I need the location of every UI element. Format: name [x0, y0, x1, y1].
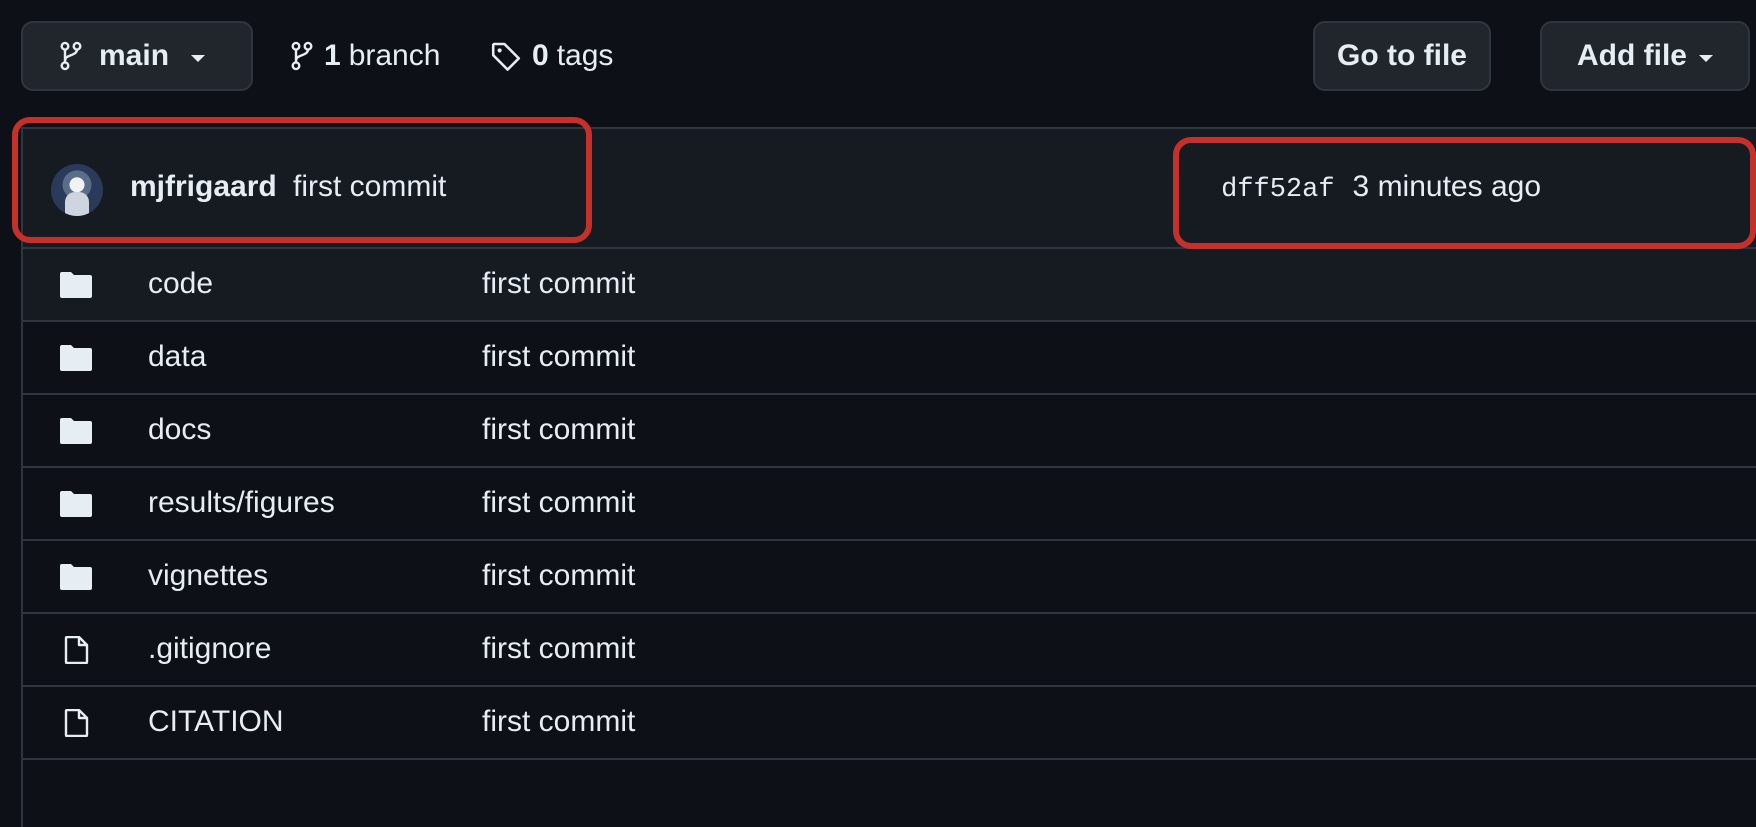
- branches-text: branch: [348, 39, 441, 72]
- file-name-link[interactable]: results/figures: [148, 486, 335, 520]
- tags-link[interactable]: 0 tags: [490, 21, 613, 91]
- file-commit-message[interactable]: first commit: [482, 632, 635, 666]
- file-row[interactable]: code first commit: [23, 249, 1756, 322]
- go-to-file-button[interactable]: Go to file: [1313, 21, 1491, 91]
- file-commit-message[interactable]: first commit: [482, 559, 635, 593]
- file-name-link[interactable]: docs: [148, 413, 211, 447]
- add-file-label: Add file: [1577, 39, 1687, 72]
- file-table: mjfrigaard first commit dff52af 3 minute…: [21, 127, 1756, 827]
- commit-hash[interactable]: dff52af: [1221, 175, 1334, 205]
- file-commit-message[interactable]: first commit: [482, 705, 635, 739]
- file-icon: [59, 708, 93, 738]
- git-branch-icon: [291, 41, 313, 71]
- file-name-link[interactable]: .gitignore: [148, 632, 271, 666]
- go-to-file-label: Go to file: [1337, 39, 1467, 72]
- branch-name: main: [99, 39, 170, 72]
- commit-time[interactable]: 3 minutes ago: [1353, 170, 1541, 204]
- file-commit-message[interactable]: first commit: [482, 340, 635, 374]
- commit-meta: dff52af 3 minutes ago: [1221, 170, 1541, 205]
- latest-commit-bar: mjfrigaard first commit dff52af 3 minute…: [23, 129, 1756, 249]
- commit-author[interactable]: mjfrigaard: [130, 170, 277, 204]
- file-row[interactable]: vignettes first commit: [23, 541, 1756, 614]
- chevron-down-icon: [1699, 54, 1713, 62]
- file-row[interactable]: .gitignore first commit: [23, 614, 1756, 687]
- file-name-link[interactable]: vignettes: [148, 559, 268, 593]
- folder-icon: [59, 344, 93, 372]
- branches-count: 1: [324, 39, 341, 72]
- file-name-link[interactable]: data: [148, 340, 206, 374]
- file-commit-message[interactable]: first commit: [482, 267, 635, 301]
- file-row[interactable]: data first commit: [23, 322, 1756, 395]
- file-name-link[interactable]: code: [148, 267, 213, 301]
- file-icon: [59, 635, 93, 665]
- branch-select-button[interactable]: main: [21, 21, 253, 91]
- commit-message[interactable]: first commit: [293, 170, 446, 204]
- file-row[interactable]: CITATION first commit: [23, 687, 1756, 760]
- file-name-link[interactable]: CITATION: [148, 705, 284, 739]
- tags-text: tags: [556, 39, 614, 72]
- file-commit-message[interactable]: first commit: [482, 486, 635, 520]
- folder-icon: [59, 271, 93, 299]
- folder-icon: [59, 490, 93, 518]
- tags-count: 0: [532, 39, 549, 72]
- file-commit-message[interactable]: first commit: [482, 413, 635, 447]
- branches-link[interactable]: 1 branch: [290, 21, 440, 91]
- tag-icon: [491, 42, 521, 71]
- folder-icon: [59, 417, 93, 445]
- add-file-button[interactable]: Add file: [1540, 21, 1750, 91]
- file-row[interactable]: results/figures first commit: [23, 468, 1756, 541]
- chevron-down-icon: [191, 54, 206, 62]
- folder-icon: [59, 563, 93, 591]
- avatar[interactable]: [51, 164, 103, 216]
- file-row[interactable]: docs first commit: [23, 395, 1756, 468]
- git-branch-icon: [60, 41, 82, 71]
